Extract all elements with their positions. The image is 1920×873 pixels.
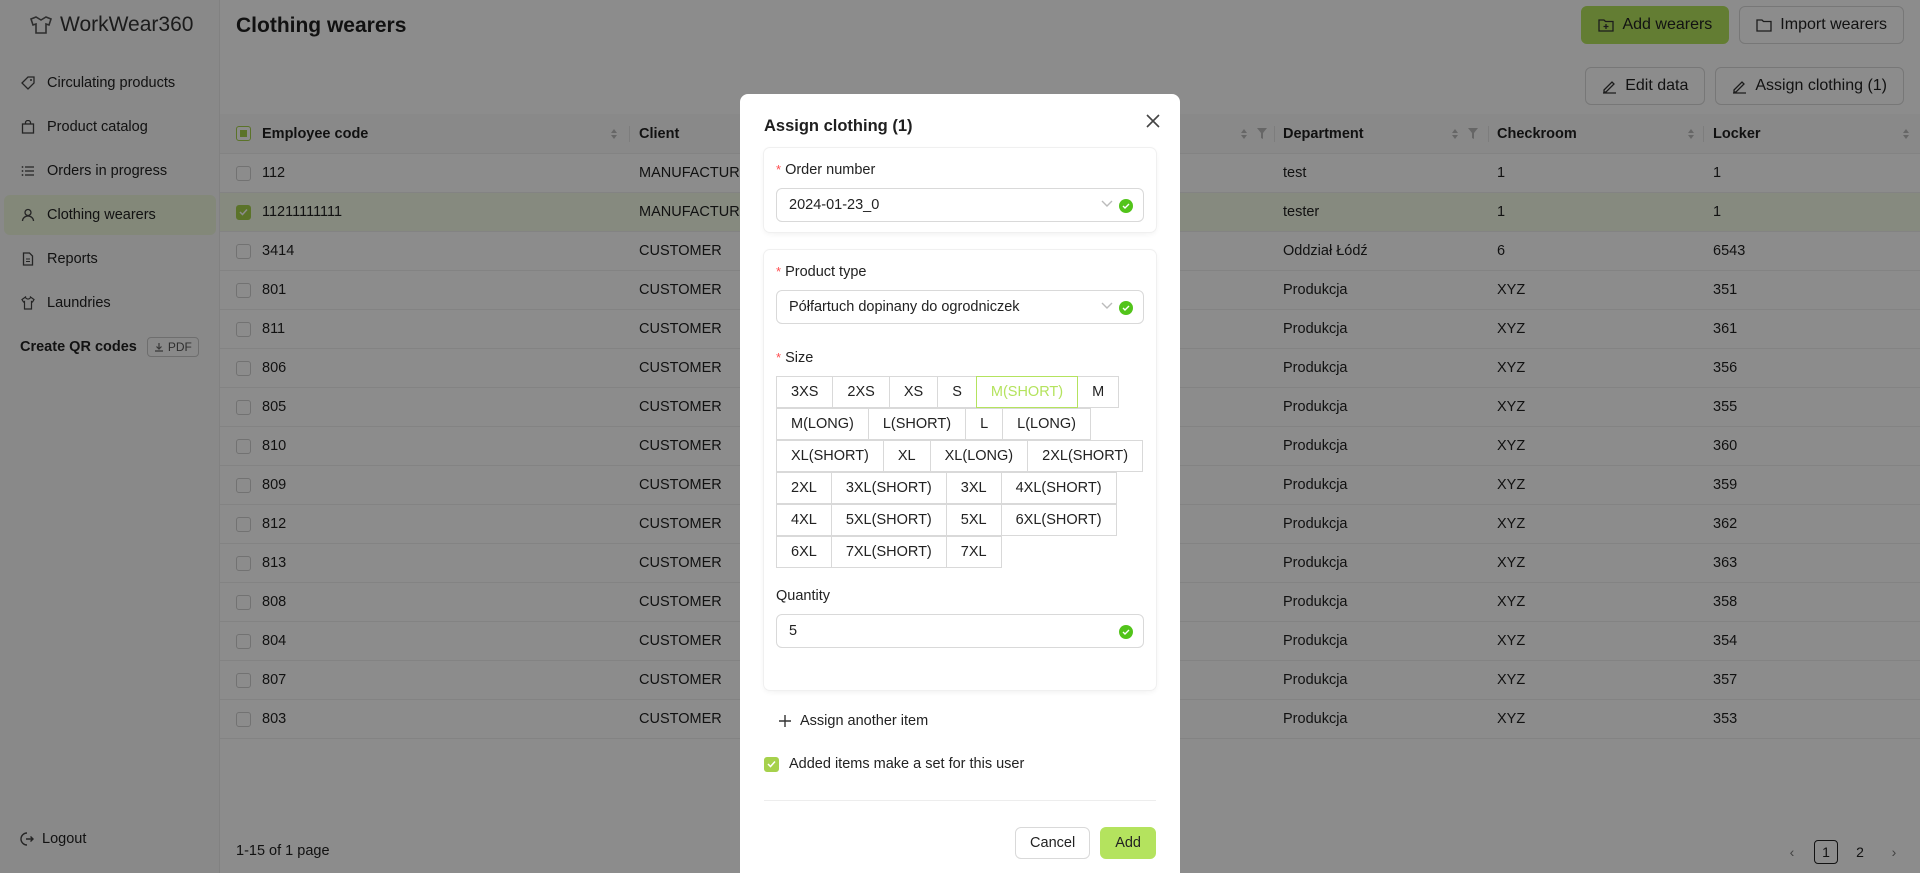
size-option[interactable]: L(LONG) (1002, 408, 1091, 440)
size-option[interactable]: 5XL (945, 504, 1002, 536)
check-circle-icon (1119, 301, 1133, 315)
product-type-value: Półfartuch dopinany do ogrodniczek (789, 299, 1020, 315)
quantity-value: 5 (789, 623, 798, 639)
quantity-input[interactable]: 5 (776, 614, 1144, 648)
chevron-down-icon (1101, 302, 1113, 309)
size-option[interactable]: 3XL(SHORT) (830, 472, 947, 504)
size-option[interactable]: 2XL(SHORT) (1027, 440, 1144, 472)
size-option[interactable]: 7XL(SHORT) (830, 536, 947, 568)
cancel-button[interactable]: Cancel (1015, 827, 1091, 859)
size-row: 4XL 5XL(SHORT) 5XL 6XL(SHORT) (776, 504, 1156, 536)
size-option[interactable]: M(LONG) (776, 408, 869, 440)
size-option[interactable]: L (965, 408, 1004, 440)
plus-icon (779, 715, 791, 727)
size-option[interactable]: 2XL (776, 472, 832, 504)
divider (764, 800, 1156, 801)
size-row: 6XL 7XL(SHORT) 7XL (776, 536, 1156, 568)
size-option[interactable]: 6XL (776, 536, 832, 568)
product-card: * Product type Półfartuch dopinany do ogr… (764, 250, 1156, 690)
size-option[interactable]: XS (888, 376, 939, 408)
assign-another-label: Assign another item (800, 713, 929, 729)
size-option[interactable]: 3XL (945, 472, 1002, 504)
chevron-down-icon (1101, 200, 1113, 207)
size-option[interactable]: L(SHORT) (867, 408, 967, 440)
size-option[interactable]: 3XS (776, 376, 834, 408)
check-circle-icon (1119, 625, 1133, 639)
size-option[interactable]: 7XL (945, 536, 1002, 568)
size-option[interactable]: 6XL(SHORT) (1000, 504, 1117, 536)
size-option[interactable]: 2XS (832, 376, 890, 408)
order-number-card: * Order number 2024-01-23_0 (764, 148, 1156, 232)
size-option[interactable]: 5XL(SHORT) (830, 504, 947, 536)
modal-title: Assign clothing (1) (764, 117, 913, 135)
check-circle-icon (1119, 199, 1133, 213)
size-option[interactable]: XL(LONG) (929, 440, 1029, 472)
quantity-label: Quantity (776, 588, 830, 604)
size-option[interactable]: M (1077, 376, 1120, 408)
add-button[interactable]: Add (1100, 827, 1156, 859)
set-checkbox[interactable]: Added items make a set for this user (764, 756, 1024, 772)
size-label: * Size (776, 350, 814, 366)
checkbox-checked[interactable] (764, 756, 779, 772)
size-option[interactable]: 4XL (776, 504, 832, 536)
size-row: XL(SHORT) XL XL(LONG) 2XL(SHORT) (776, 440, 1156, 472)
size-option[interactable]: 4XL(SHORT) (1000, 472, 1117, 504)
size-option[interactable]: M(SHORT) (975, 376, 1079, 408)
product-type-label: * Product type (776, 264, 867, 280)
assign-clothing-modal: Assign clothing (1) * Order number 2024-0… (740, 94, 1180, 873)
order-number-value: 2024-01-23_0 (789, 197, 880, 213)
order-number-label: * Order number (776, 162, 876, 178)
size-option[interactable]: S (937, 376, 977, 408)
set-label: Added items make a set for this user (789, 756, 1025, 772)
size-option[interactable]: XL(SHORT) (776, 440, 884, 472)
product-type-select[interactable]: Półfartuch dopinany do ogrodniczek (776, 290, 1144, 324)
size-option[interactable]: XL (882, 440, 931, 472)
size-row: 3XS 2XS XS S M(SHORT) M (776, 376, 1156, 408)
size-options: 3XS 2XS XS S M(SHORT) M M(LONG) L(SHORT) L L(LONG… (776, 376, 1156, 568)
close-icon[interactable] (1146, 114, 1160, 128)
modal-actions: Cancel Add (1015, 827, 1156, 859)
order-number-select[interactable]: 2024-01-23_0 (776, 188, 1144, 222)
size-row: 2XL 3XL(SHORT) 3XL 4XL(SHORT) (776, 472, 1156, 504)
assign-another-item-button[interactable]: Assign another item (778, 713, 928, 729)
size-row: M(LONG) L(SHORT) L L(LONG) (776, 408, 1156, 440)
